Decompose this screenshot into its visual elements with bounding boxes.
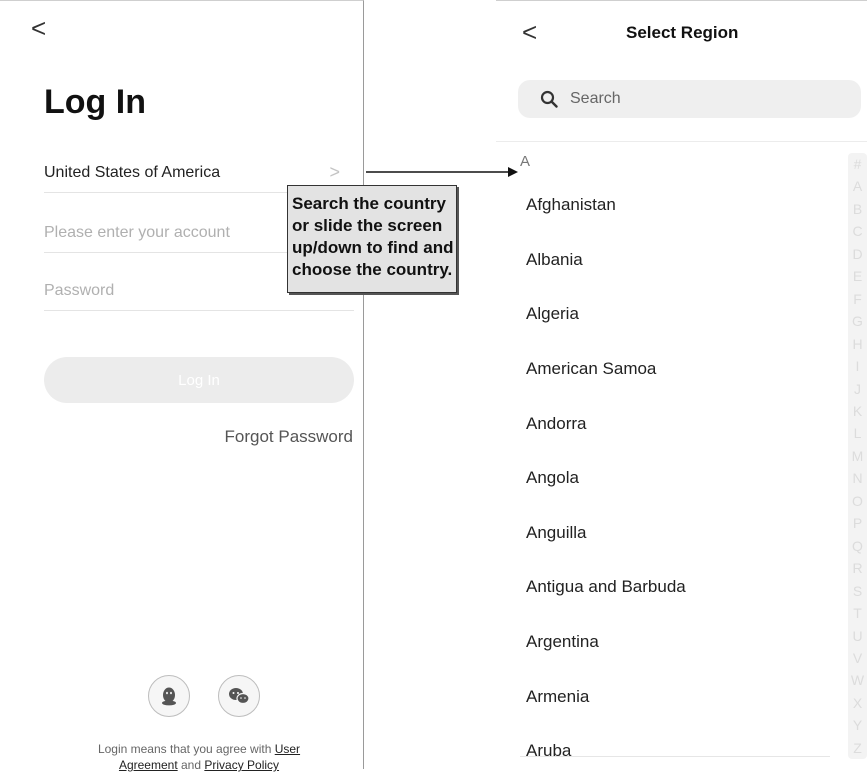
index-letter[interactable]: T <box>853 606 862 620</box>
divider <box>520 756 830 757</box>
index-letter[interactable]: Z <box>853 741 862 755</box>
index-letter[interactable]: A <box>853 179 862 193</box>
index-letter[interactable]: G <box>852 314 863 328</box>
index-letter[interactable]: X <box>853 696 862 710</box>
page-title: Select Region <box>626 23 739 42</box>
select-region-screen: < Select Region A Afghanistan Albania Al… <box>496 0 867 769</box>
login-screen: < Log In United States of America > Log … <box>0 0 364 772</box>
user-agreement-link-part1[interactable]: User <box>275 742 300 756</box>
index-letter[interactable]: F <box>853 292 862 306</box>
search-bar[interactable] <box>518 80 861 118</box>
agreement-prefix: Login means that you agree with <box>97 742 275 756</box>
section-header: A <box>520 153 531 170</box>
index-letter[interactable]: M <box>852 449 864 463</box>
list-item[interactable]: Aruba <box>526 724 836 779</box>
list-item[interactable]: Angola <box>526 451 836 506</box>
list-item[interactable]: Armenia <box>526 669 836 724</box>
region-value: United States of America <box>44 163 221 181</box>
index-letter[interactable]: S <box>853 584 862 598</box>
list-item[interactable]: Argentina <box>526 615 836 670</box>
list-item[interactable]: American Samoa <box>526 342 836 397</box>
search-icon <box>540 90 558 108</box>
list-item[interactable]: Antigua and Barbuda <box>526 560 836 615</box>
index-letter[interactable]: P <box>853 516 862 530</box>
list-item[interactable]: Algeria <box>526 287 836 342</box>
list-item[interactable]: Anguilla <box>526 506 836 561</box>
back-icon[interactable]: < <box>522 19 537 45</box>
index-letter[interactable]: J <box>854 382 861 396</box>
index-letter[interactable]: R <box>852 561 862 575</box>
index-letter[interactable]: I <box>856 359 860 373</box>
callout-line: Search the country <box>292 194 446 213</box>
search-input[interactable] <box>568 89 822 109</box>
index-letter[interactable]: C <box>852 224 862 238</box>
callout-line: up/down to find and <box>292 238 454 257</box>
index-letter[interactable]: K <box>853 404 862 418</box>
agreement-and: and <box>177 758 205 772</box>
index-letter[interactable]: V <box>853 651 862 665</box>
user-agreement-link-part2[interactable]: Agreement <box>119 758 178 772</box>
callout-line: or slide the screen <box>292 216 443 235</box>
index-letter[interactable]: W <box>851 673 864 687</box>
wechat-icon <box>229 688 250 705</box>
country-list: Afghanistan Albania Algeria American Sam… <box>526 178 836 779</box>
list-item[interactable]: Afghanistan <box>526 178 836 233</box>
index-letter[interactable]: H <box>852 337 862 351</box>
wechat-login-button[interactable] <box>218 675 260 717</box>
index-letter[interactable]: Q <box>852 539 863 553</box>
divider <box>496 141 867 142</box>
list-item[interactable]: Andorra <box>526 396 836 451</box>
index-letter[interactable]: B <box>853 202 862 216</box>
instruction-callout: Search the country or slide the screen u… <box>287 185 457 293</box>
page-title: Log In <box>44 83 146 121</box>
alphabet-index-bar[interactable]: # A B C D E F G H I J K L M N O P Q R S … <box>848 153 867 759</box>
privacy-policy-link[interactable]: Privacy Policy <box>204 758 279 772</box>
callout-line: choose the country. <box>292 260 453 279</box>
index-letter[interactable]: # <box>854 157 862 171</box>
index-letter[interactable]: D <box>852 247 862 261</box>
qq-icon <box>162 687 176 706</box>
back-icon[interactable]: < <box>31 15 46 41</box>
index-letter[interactable]: N <box>852 471 862 485</box>
chevron-right-icon: > <box>329 162 340 182</box>
list-item[interactable]: Albania <box>526 233 836 288</box>
index-letter[interactable]: E <box>853 269 862 283</box>
forgot-password-link[interactable]: Forgot Password <box>225 427 354 447</box>
index-letter[interactable]: U <box>852 629 862 643</box>
index-letter[interactable]: L <box>854 426 862 440</box>
index-letter[interactable]: O <box>852 494 863 508</box>
qq-login-button[interactable] <box>148 675 190 717</box>
agreement-notice: Login means that you agree with User Agr… <box>44 741 354 773</box>
index-letter[interactable]: Y <box>853 718 862 732</box>
login-button[interactable]: Log In <box>44 357 354 403</box>
